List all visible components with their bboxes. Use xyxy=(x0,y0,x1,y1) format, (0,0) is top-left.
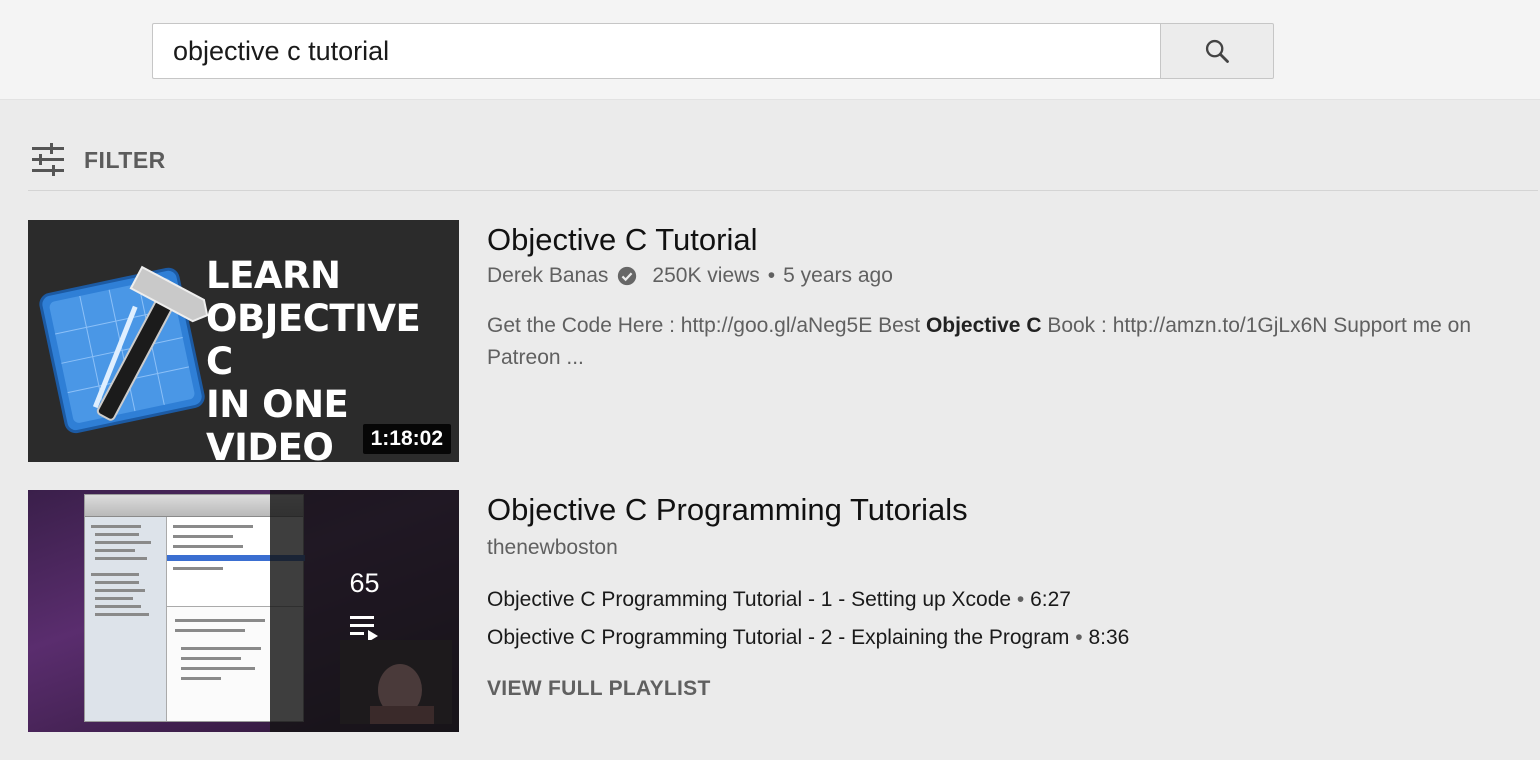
filter-label: FILTER xyxy=(84,146,166,173)
playlist-thumbnail[interactable]: 65 xyxy=(28,490,459,732)
view-full-playlist-link[interactable]: VIEW FULL PLAYLIST xyxy=(487,677,711,701)
video-description: Get the Code Here : http://goo.gl/aNeg5E… xyxy=(487,314,1472,369)
filter-divider xyxy=(28,190,1538,191)
duration-badge: 1:18:02 xyxy=(362,424,451,454)
video-title[interactable]: Objective C Tutorial xyxy=(487,222,758,258)
playlist-video-count: 65 xyxy=(349,568,380,598)
masthead xyxy=(0,0,1540,100)
search-icon xyxy=(1205,39,1229,63)
playlist-title[interactable]: Objective C Programming Tutorials xyxy=(487,492,968,528)
channel-name[interactable]: thenewboston xyxy=(487,536,618,560)
search-input[interactable] xyxy=(173,35,1161,67)
playlist-play-icon xyxy=(349,616,378,642)
verified-icon xyxy=(618,266,637,286)
upload-age: 5 years ago xyxy=(783,264,893,287)
channel-name[interactable]: Derek Banas xyxy=(487,264,608,288)
video-thumbnail[interactable]: LEARN OBJECTIVE C IN ONE VIDEO 1:18:02 xyxy=(28,220,459,462)
filter-button[interactable]: FILTER xyxy=(30,140,166,180)
meta-separator: • xyxy=(767,264,776,287)
playlist-meta: thenewboston xyxy=(487,536,618,560)
search-button[interactable] xyxy=(1160,23,1274,79)
search-box[interactable] xyxy=(152,23,1161,79)
tune-icon xyxy=(32,143,64,176)
video-meta: Derek Banas 250K views • 5 years ago xyxy=(487,264,893,288)
playlist-item[interactable]: Objective C Programming Tutorial - 2 - E… xyxy=(487,626,1129,650)
playlist-item[interactable]: Objective C Programming Tutorial - 1 - S… xyxy=(487,588,1071,612)
webcam-inset xyxy=(340,640,452,724)
xcode-hammer-icon xyxy=(39,265,209,434)
view-count: 250K views xyxy=(652,264,760,287)
